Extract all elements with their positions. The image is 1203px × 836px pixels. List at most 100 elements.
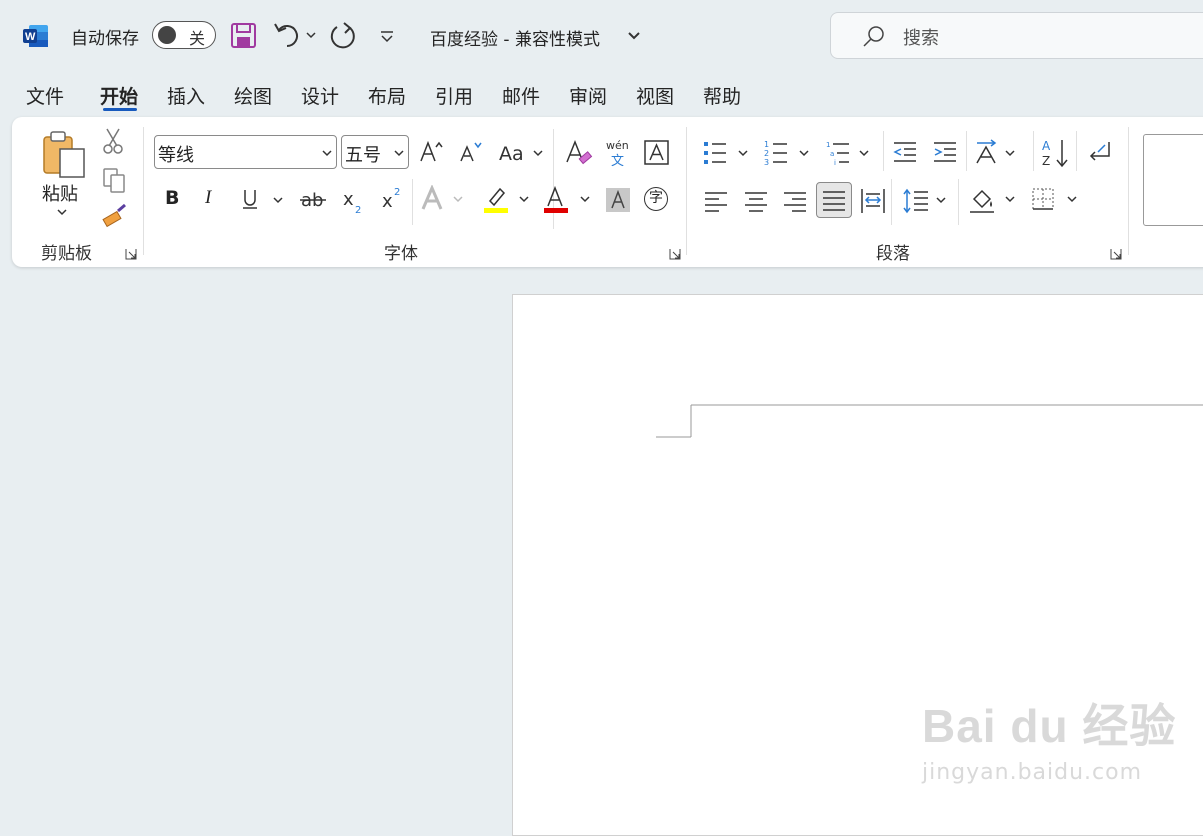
bullets-icon[interactable] [702,139,752,167]
bold-button[interactable]: B [165,187,179,209]
paste-dropdown-icon[interactable] [56,207,68,217]
character-shading-icon[interactable] [606,188,630,212]
active-tab-indicator [103,108,137,111]
separator [891,179,892,225]
borders-icon[interactable] [1031,187,1081,213]
svg-text:x: x [382,191,393,212]
separator [1076,131,1077,171]
distributed-icon[interactable] [860,188,886,214]
font-color-icon[interactable] [543,185,593,215]
tab-design[interactable]: 设计 [301,82,339,109]
search-placeholder: 搜索 [903,28,939,49]
multilevel-list-icon[interactable]: 1 a i [825,139,875,167]
change-case-icon[interactable]: Aa [499,141,545,165]
tab-file[interactable]: 文件 [26,82,64,109]
superscript-icon[interactable]: x 2 [381,185,405,213]
tab-review[interactable]: 审阅 [569,82,607,109]
chevron-down-icon [394,150,404,157]
search-box[interactable]: 搜索 [830,12,1203,59]
sort-icon[interactable]: A Z [1041,137,1069,169]
clear-formatting-icon[interactable] [564,138,594,168]
shading-icon[interactable] [968,185,1018,215]
tab-layout[interactable]: 布局 [368,82,406,109]
font-name-select[interactable]: 等线 [154,135,337,169]
copy-icon[interactable] [101,167,127,193]
title-bar: W 自动保存 关 百度经验 - 兼容性模式 搜索 [0,0,1203,72]
tab-draw[interactable]: 绘图 [234,82,272,109]
enclose-characters-text: 字 [649,190,663,206]
customize-toolbar-icon[interactable] [378,20,396,52]
tab-insert[interactable]: 插入 [167,82,205,109]
paste-icon[interactable] [40,129,88,179]
increase-indent-icon[interactable] [932,139,958,167]
separator [686,127,687,255]
text-effects-icon[interactable] [420,185,466,215]
paste-label[interactable]: 粘贴 [42,180,78,206]
cut-icon[interactable] [102,127,124,155]
paragraph-launcher-icon[interactable] [1110,248,1122,260]
align-left-icon[interactable] [704,189,728,213]
phonetic-top-text: wén [606,139,629,152]
italic-button[interactable]: I [205,187,211,209]
svg-text:2: 2 [394,187,400,198]
character-border-icon[interactable] [643,139,671,167]
svg-text:1: 1 [826,141,830,149]
tab-view[interactable]: 视图 [636,82,674,109]
svg-text:2: 2 [764,149,769,158]
ribbon-tabs: 文件 开始 插入 绘图 设计 布局 引用 邮件 审阅 视图 帮助 [0,76,1203,116]
separator [958,179,959,225]
ribbon-home: 粘贴 剪贴板 等线 五号 Aa wén 文 B I ab x 2 x 2 字 字… [12,117,1203,267]
show-marks-icon[interactable] [1085,139,1113,167]
watermark-brand: Bai du 经验 [922,700,1177,752]
shrink-font-icon[interactable] [458,139,484,165]
highlight-color-icon[interactable] [482,185,532,215]
autosave-toggle[interactable]: 关 [152,21,216,49]
svg-text:i: i [834,159,836,167]
justify-icon [823,191,845,211]
justify-button[interactable] [816,182,852,218]
font-launcher-icon[interactable] [669,248,681,260]
enclose-characters-button[interactable]: 字 [644,187,668,211]
decrease-indent-icon[interactable] [892,139,918,167]
phonetic-guide-icon[interactable]: wén 文 [604,137,632,169]
tab-mailings[interactable]: 邮件 [502,82,540,109]
save-icon[interactable] [230,20,258,52]
toggle-knob [158,26,176,44]
word-logo-icon: W [23,25,48,47]
svg-text:W: W [25,31,36,43]
format-painter-icon[interactable] [100,203,128,231]
text-direction-icon[interactable] [975,139,1023,167]
tab-help[interactable]: 帮助 [703,82,741,109]
separator [143,127,144,255]
clipboard-launcher-icon[interactable] [125,248,137,260]
separator [966,131,967,171]
svg-text:Aa: Aa [499,143,524,165]
separator [1128,127,1129,255]
undo-icon[interactable] [273,20,317,52]
clipboard-group-label: 剪贴板 [41,244,92,264]
align-right-icon[interactable] [783,189,807,213]
underline-icon[interactable] [240,187,286,213]
svg-text:a: a [830,150,834,158]
font-size-select[interactable]: 五号 [341,135,409,169]
svg-text:Z: Z [1042,154,1050,168]
font-group-label: 字体 [384,244,418,264]
autosave-label: 自动保存 [71,29,139,49]
styles-gallery[interactable] [1143,134,1203,226]
svg-text:A: A [1042,139,1051,153]
separator [412,179,413,225]
numbering-icon[interactable]: 1 2 3 [763,139,813,167]
grow-font-icon[interactable] [418,139,444,165]
svg-text:3: 3 [764,158,769,167]
subscript-icon[interactable]: x 2 [342,187,366,215]
search-icon [863,26,884,47]
align-center-icon[interactable] [744,189,768,213]
chevron-down-icon[interactable] [627,28,641,44]
tab-references[interactable]: 引用 [435,82,473,109]
font-name-value: 等线 [158,145,194,166]
tab-home[interactable]: 开始 [100,82,138,109]
document-title[interactable]: 百度经验 - 兼容性模式 [430,25,600,50]
line-spacing-icon[interactable] [902,188,950,214]
strikethrough-icon[interactable]: ab [300,187,328,213]
redo-icon[interactable] [328,20,360,52]
